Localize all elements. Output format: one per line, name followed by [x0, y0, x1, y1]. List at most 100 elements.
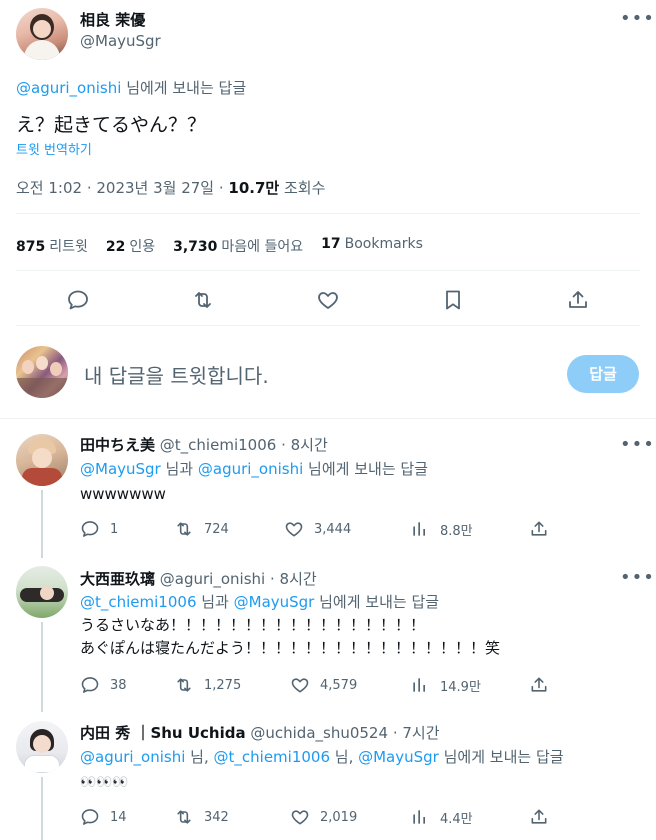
reply-action[interactable]: 14 [80, 807, 127, 827]
reply-text: うるさいなあ！！！！！！！！！！！！！！！！！ [80, 616, 426, 634]
share-icon[interactable] [566, 288, 590, 312]
reply-author-name[interactable]: 大西亜玖璃 [80, 570, 155, 588]
retweet-action[interactable]: 724 [174, 519, 229, 539]
quote-count: 22 [105, 239, 126, 255]
like-stat[interactable]: 3,730 마음에 들어요 [173, 236, 303, 256]
reply-avatar[interactable] [16, 721, 68, 773]
quote-stat[interactable]: 22 인용 [106, 236, 155, 256]
views-label: 조회수 [284, 179, 326, 197]
reply-time[interactable]: · 8시간 [270, 570, 317, 588]
like-action[interactable]: 3,444 [284, 519, 351, 539]
share-icon[interactable] [529, 807, 549, 827]
reply-action[interactable]: 38 [80, 675, 127, 695]
mention-link[interactable]: @MayuSgr [234, 593, 315, 611]
reply-avatar[interactable] [16, 434, 68, 486]
retweet-count: 1,275 [204, 677, 242, 693]
reply-time[interactable]: · 7시간 [393, 724, 440, 742]
bookmark-stat[interactable]: 17 Bookmarks [321, 236, 423, 256]
retweet-count: 342 [204, 809, 229, 825]
bookmark-count: 17 [321, 236, 341, 252]
mention-separator: 님, [330, 748, 359, 766]
views-action[interactable]: 4.4만 [410, 807, 473, 827]
mention-suffix: 님에게 보내는 답글 [438, 748, 564, 766]
mention-separator: 님과 [160, 460, 198, 478]
views-count: 14.9만 [440, 679, 481, 695]
mention-link[interactable]: @aguri_onishi [80, 748, 185, 766]
reply-icon [80, 519, 100, 539]
reply-header: 内田 秀 ｜Shu Uchida @uchida_shu0524 · 7시간 [80, 722, 440, 743]
reply-action[interactable]: 1 [80, 519, 118, 539]
mention-separator: 님과 [196, 593, 234, 611]
reply-context: @MayuSgr 님과 @aguri_onishi 님에게 보내는 답글 [80, 459, 428, 480]
reply-context: @aguri_onishi 님, @t_chiemi1006 님, @MayuS… [80, 747, 564, 768]
reply-icon [80, 807, 100, 827]
retweet-icon [174, 519, 194, 539]
like-label: 마음에 들어요 [221, 239, 304, 255]
retweet-action[interactable]: 342 [174, 807, 229, 827]
reply-header: 大西亜玖璃 @aguri_onishi · 8시간 [80, 568, 317, 589]
reply-button[interactable]: 답글 [567, 355, 639, 393]
views-icon [410, 675, 430, 695]
reply-time[interactable]: · 8시간 [281, 436, 328, 454]
mention-link[interactable]: @t_chiemi1006 [80, 593, 196, 611]
retweet-icon [174, 675, 194, 695]
mention-separator: 님, [185, 748, 214, 766]
like-count: 4,579 [320, 677, 358, 693]
thread-line [41, 777, 43, 840]
author-avatar[interactable] [16, 8, 68, 60]
reply-count: 1 [110, 521, 119, 537]
reply-author-handle[interactable]: @t_chiemi1006 [160, 436, 276, 454]
like-action[interactable]: 2,019 [290, 807, 357, 827]
mention-link[interactable]: @t_chiemi1006 [214, 748, 330, 766]
author-name[interactable]: 相良 茉優 [80, 9, 145, 30]
like-icon [290, 675, 310, 695]
tweet-stats: 875 리트윗 22 인용 3,730 마음에 들어요 17 Bookmarks [16, 236, 423, 256]
reply-author-handle[interactable]: @uchida_shu0524 [250, 724, 388, 742]
retweet-count: 875 [16, 239, 46, 255]
share-icon[interactable] [529, 519, 549, 539]
mention-link[interactable]: @MayuSgr [80, 460, 161, 478]
like-count: 2,019 [320, 809, 358, 825]
like-icon [284, 519, 304, 539]
reply-input[interactable]: 내 답글을 트윗합니다. [84, 360, 269, 389]
retweet-label: 리트윗 [49, 239, 88, 255]
author-handle[interactable]: @MayuSgr [80, 32, 161, 50]
reply-avatar[interactable] [16, 566, 68, 618]
translate-link[interactable]: 트윗 번역하기 [16, 139, 92, 158]
timestamp[interactable]: 오전 1:02 · 2023년 3월 27일 · [16, 179, 228, 197]
tweet-text: え？起きてるやん？？ [16, 114, 207, 136]
bookmark-icon[interactable] [441, 288, 465, 312]
reply-count: 14 [110, 809, 127, 825]
like-count: 3,444 [314, 521, 352, 537]
retweet-stat[interactable]: 875 리트윗 [16, 236, 88, 256]
reply-author-name[interactable]: 内田 秀 ｜Shu Uchida [80, 724, 246, 742]
divider [0, 418, 656, 419]
reply-header: 田中ちえ美 @t_chiemi1006 · 8시간 [80, 434, 328, 455]
retweet-action[interactable]: 1,275 [174, 675, 241, 695]
retweet-count: 724 [204, 521, 229, 537]
retweet-icon[interactable] [191, 288, 215, 312]
bookmark-label: Bookmarks [344, 236, 423, 252]
views-count: 4.4만 [440, 811, 473, 827]
reply-context: @t_chiemi1006 님과 @MayuSgr 님에게 보내는 답글 [80, 592, 439, 613]
mention-link[interactable]: @aguri_onishi [198, 460, 303, 478]
more-icon[interactable]: ••• [620, 567, 655, 588]
reply-count: 38 [110, 677, 127, 693]
thread-line [41, 622, 43, 712]
more-icon[interactable]: ••• [620, 8, 655, 29]
more-icon[interactable]: ••• [620, 434, 655, 455]
views-action[interactable]: 14.9만 [410, 675, 481, 695]
views-action[interactable]: 8.8만 [410, 519, 473, 539]
reply-to-link[interactable]: @aguri_onishi [16, 79, 121, 97]
reply-author-handle[interactable]: @aguri_onishi [160, 570, 265, 588]
share-icon[interactable] [529, 675, 549, 695]
mention-suffix: 님에게 보내는 답글 [314, 593, 440, 611]
quote-label: 인용 [129, 239, 156, 255]
mention-link[interactable]: @MayuSgr [358, 748, 439, 766]
like-action[interactable]: 4,579 [290, 675, 357, 695]
like-icon[interactable] [316, 288, 340, 312]
user-avatar[interactable] [16, 346, 68, 398]
reply-author-name[interactable]: 田中ちえ美 [80, 436, 155, 454]
reply-icon[interactable] [66, 288, 90, 312]
retweet-icon [174, 807, 194, 827]
